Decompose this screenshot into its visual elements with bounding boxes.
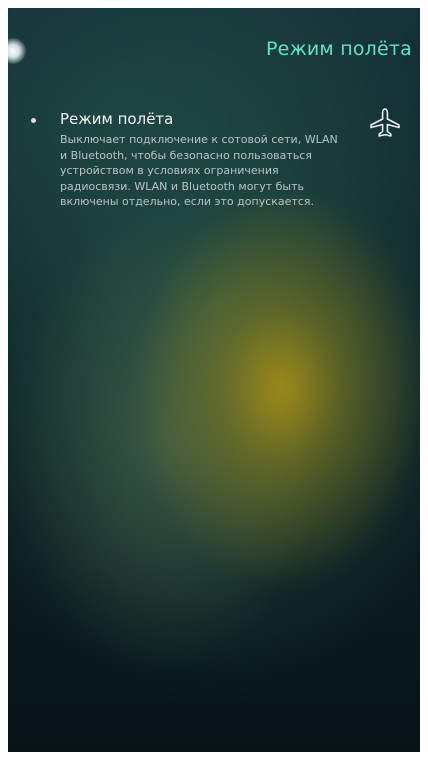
airplane-mode-help-item: Режим полёта Выключает подключение к сот… bbox=[8, 106, 420, 306]
airplane-icon bbox=[368, 106, 402, 140]
item-description: Выключает подключение к сотовой сети, WL… bbox=[60, 133, 338, 208]
help-screen: Режим полёта Режим полёта Выключает подк… bbox=[8, 8, 420, 752]
item-title: Режим полёта bbox=[60, 110, 174, 128]
page-title: Режим полёта bbox=[266, 38, 412, 60]
bullet-dot bbox=[31, 118, 36, 123]
